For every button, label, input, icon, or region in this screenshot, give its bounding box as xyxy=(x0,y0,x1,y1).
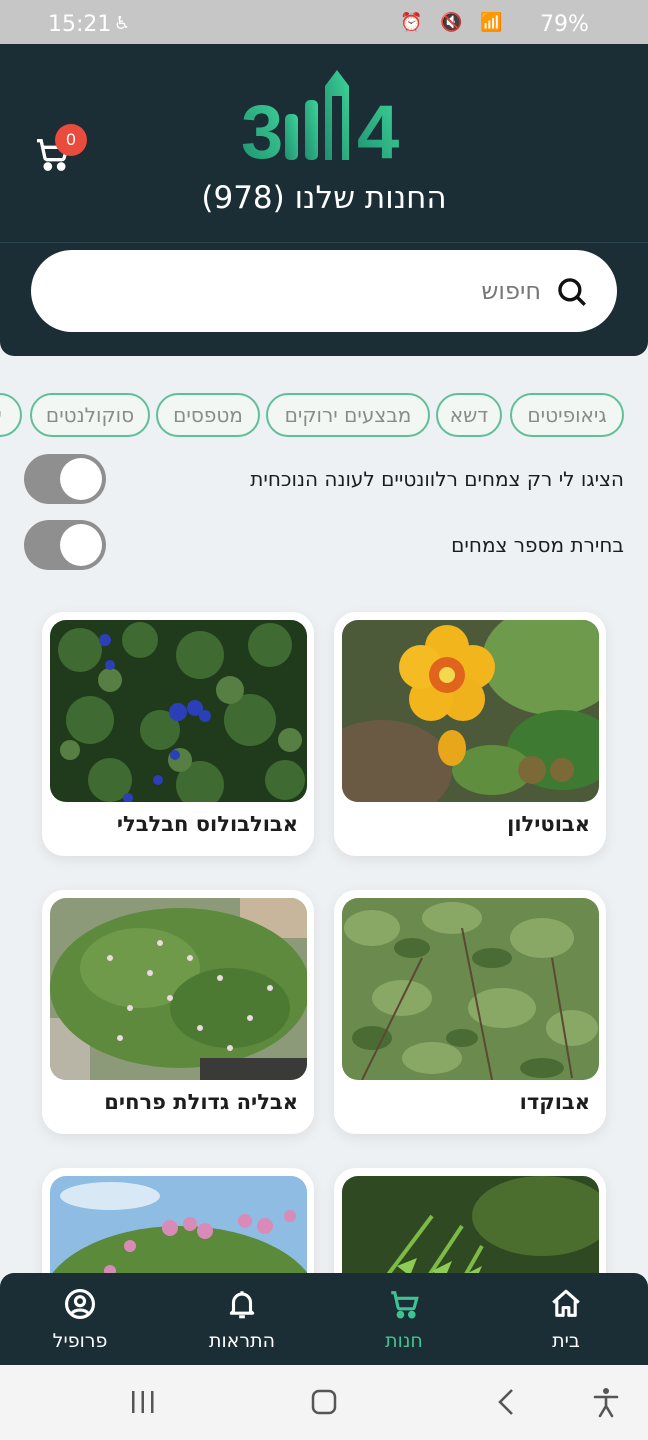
toggle-knob xyxy=(60,524,102,566)
recent-apps-icon[interactable] xyxy=(128,1385,158,1419)
search-icon xyxy=(558,278,586,306)
product-image-evolvulus xyxy=(50,620,307,802)
home-button-icon[interactable] xyxy=(308,1385,340,1419)
battery-level: 79% xyxy=(540,12,589,37)
back-icon[interactable] xyxy=(492,1385,522,1419)
product-card[interactable]: אבוקדו xyxy=(334,890,606,1134)
product-name: אבליה גדולת פרחים xyxy=(104,1090,298,1114)
nav-store[interactable]: חנות xyxy=(344,1287,464,1352)
plant-count-toggle[interactable] xyxy=(24,520,106,570)
product-image-avocado xyxy=(342,898,599,1080)
header-divider xyxy=(0,242,648,243)
product-card[interactable]: אבולבולוס חבלבלי xyxy=(42,612,314,856)
accessibility-status-icon: ♿ xyxy=(114,13,131,34)
product-name: אבולבולוס חבלבלי xyxy=(116,812,298,836)
product-card[interactable]: אבוטילון xyxy=(334,612,606,856)
chip-succulents[interactable]: סוקולנטים xyxy=(30,393,150,437)
nav-notifications-label: התראות xyxy=(209,1330,275,1352)
nav-profile[interactable]: פרופיל xyxy=(20,1287,140,1352)
svg-text:4: 4 xyxy=(357,90,399,166)
system-nav-bar xyxy=(0,1365,648,1440)
product-card[interactable]: אבליה גדולת פרחים xyxy=(42,890,314,1134)
profile-icon xyxy=(64,1288,96,1320)
chip-climbers[interactable]: מטפסים xyxy=(156,393,260,437)
nav-home-label: בית xyxy=(552,1330,580,1352)
nav-home[interactable]: בית xyxy=(506,1287,626,1352)
chip-geophytes[interactable]: גיאופיטים xyxy=(510,393,624,437)
status-time: 15:21 xyxy=(48,12,112,37)
bell-icon xyxy=(229,1291,255,1319)
search-input[interactable] xyxy=(101,272,541,310)
nav-profile-label: פרופיל xyxy=(52,1330,108,1352)
bottom-nav: בית חנות התראות פרופיל xyxy=(0,1273,648,1365)
toggle-knob xyxy=(60,458,102,500)
nav-notifications[interactable]: התראות xyxy=(182,1287,302,1352)
chip-green-deals[interactable]: מבצעים ירוקים xyxy=(266,393,430,437)
status-bar: 15:21 ♿ ⏰ 🔇 📶 79% xyxy=(0,0,648,44)
chip-more[interactable]: ע xyxy=(0,393,22,437)
store-title: החנות שלנו (978) xyxy=(201,180,447,216)
product-image-abelia xyxy=(50,898,307,1080)
svg-text:3: 3 xyxy=(241,90,283,166)
chip-lawn[interactable]: דשא xyxy=(436,393,502,437)
plant-count-label: בחירת מספר צמחים xyxy=(451,533,624,557)
seasonal-filter-toggle[interactable] xyxy=(24,454,106,504)
home-icon xyxy=(552,1289,580,1317)
product-image-abutilon xyxy=(342,620,599,802)
cart-count-badge: 0 xyxy=(55,124,87,156)
brand-logo: 3 4 xyxy=(239,66,409,175)
status-icons: ⏰ 🔇 📶 xyxy=(400,12,509,33)
nav-store-label: חנות xyxy=(385,1330,423,1352)
search-bar[interactable] xyxy=(31,250,617,332)
accessibility-icon[interactable] xyxy=(590,1385,622,1419)
category-chips: גיאופיטים דשא מבצעים ירוקים מטפסים סוקול… xyxy=(0,393,648,439)
cart-icon xyxy=(391,1291,419,1319)
seasonal-filter-label: הציגו לי רק צמחים רלוונטיים לעונה הנוכחי… xyxy=(250,467,624,491)
product-name: אבוטילון xyxy=(507,812,590,836)
product-name: אבוקדו xyxy=(519,1090,590,1114)
